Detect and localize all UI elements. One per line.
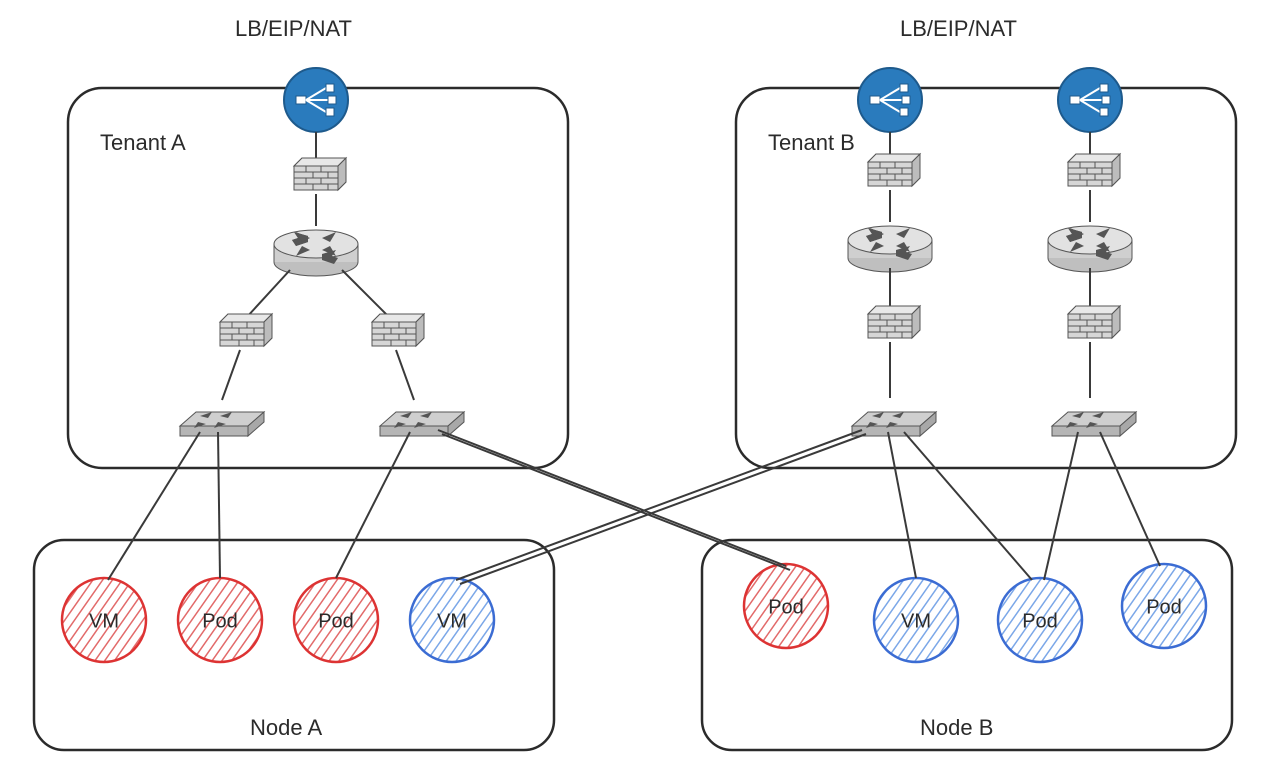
pod-label: Pod xyxy=(1022,610,1058,632)
tenant-b-label: Tenant B xyxy=(768,130,855,155)
vm-label: VM xyxy=(437,610,467,632)
pod-label: Pod xyxy=(318,610,354,632)
tenant-a-label: Tenant A xyxy=(100,130,186,155)
vm-label: VM xyxy=(901,610,931,632)
load-balancer-icon xyxy=(858,68,922,132)
node-a-label: Node A xyxy=(250,715,322,740)
switch-icon xyxy=(380,412,464,436)
diagram-canvas: LB/EIP/NAT LB/EIP/NAT Tenant A Tenant B … xyxy=(0,0,1268,771)
firewall-icon xyxy=(1068,306,1120,338)
load-balancer-icon xyxy=(1058,68,1122,132)
pod-label: Pod xyxy=(768,596,804,618)
title-b: LB/EIP/NAT xyxy=(900,16,1017,41)
firewall-icon xyxy=(868,306,920,338)
firewall-icon xyxy=(868,154,920,186)
node-b-label: Node B xyxy=(920,715,993,740)
pod-label: Pod xyxy=(202,610,238,632)
firewall-icon xyxy=(372,314,424,346)
router-icon xyxy=(1048,226,1132,272)
load-balancer-icon xyxy=(284,68,348,132)
firewall-icon xyxy=(220,314,272,346)
vm-label: VM xyxy=(89,610,119,632)
switch-icon xyxy=(852,412,936,436)
firewall-icon xyxy=(1068,154,1120,186)
switch-icon xyxy=(1052,412,1136,436)
title-a: LB/EIP/NAT xyxy=(235,16,352,41)
router-icon xyxy=(274,230,358,276)
switch-icon xyxy=(180,412,264,436)
firewall-icon xyxy=(294,158,346,190)
pod-label: Pod xyxy=(1146,596,1182,618)
router-icon xyxy=(848,226,932,272)
